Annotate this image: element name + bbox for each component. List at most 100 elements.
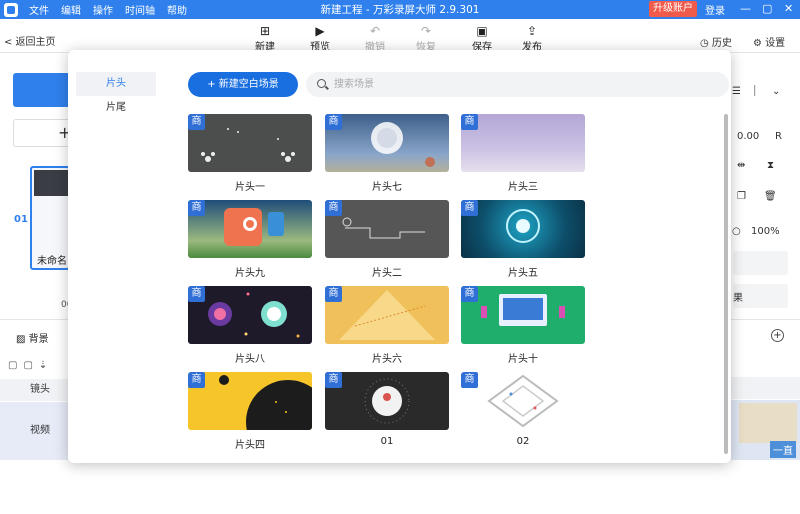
search-placeholder: 搜索场景 bbox=[334, 79, 374, 90]
lens-track[interactable]: 镜头 bbox=[0, 379, 68, 401]
opacity-value: 100% bbox=[751, 226, 780, 237]
history-button[interactable]: ◷ 历史 bbox=[700, 34, 732, 49]
settings-label: 设置 bbox=[765, 38, 786, 49]
undo-icon: ↶ bbox=[369, 24, 381, 38]
template-card[interactable]: 商 片头四 bbox=[188, 372, 312, 451]
redo-button[interactable]: ↷ 恢复 bbox=[406, 24, 446, 53]
maximize-icon[interactable]: ▢ bbox=[762, 2, 772, 16]
template-thumbnail: 商 bbox=[188, 286, 312, 344]
publish-button[interactable]: ⇪ 发布 bbox=[512, 24, 552, 53]
template-card[interactable]: 商 02 bbox=[461, 372, 585, 447]
preview-button[interactable]: ▶ 预览 bbox=[300, 24, 340, 53]
back-home-button[interactable]: < 返回主页 bbox=[4, 33, 56, 48]
close-icon[interactable]: ✕ bbox=[784, 2, 793, 16]
template-card[interactable]: 商 片头三 bbox=[461, 114, 585, 193]
menu-help[interactable]: 帮助 bbox=[164, 2, 196, 17]
minimize-icon[interactable]: — bbox=[740, 2, 751, 16]
timeline-tools[interactable]: ▢▢⇣ bbox=[8, 360, 53, 371]
upgrade-account-button[interactable]: 升级账户 bbox=[649, 1, 697, 17]
scene-number: 01 bbox=[14, 214, 28, 225]
menu-file[interactable]: 文件 bbox=[26, 2, 58, 17]
template-scrollbar[interactable] bbox=[724, 114, 728, 454]
background-label: 背景 bbox=[28, 334, 49, 345]
template-thumbnail: 商 bbox=[188, 200, 312, 258]
template-name: 01 bbox=[380, 436, 394, 447]
search-input[interactable]: 搜索场景 bbox=[306, 72, 729, 97]
template-thumbnail: 商 bbox=[461, 200, 585, 258]
flip-horizontal-icon[interactable]: ⇹ bbox=[737, 160, 745, 171]
effect-label: 果 bbox=[733, 293, 743, 304]
template-name: 片头五 bbox=[508, 268, 538, 279]
title-bar: 文件 编辑 操作 时间轴 帮助 新建工程 - 万彩录屏大师 2.9.301 升级… bbox=[0, 0, 800, 19]
menu-operate[interactable]: 操作 bbox=[90, 2, 122, 17]
template-thumbnail: 商 bbox=[461, 286, 585, 344]
category-intro[interactable]: 片头 bbox=[76, 72, 156, 96]
menu-edit[interactable]: 编辑 bbox=[58, 2, 90, 17]
align-icon[interactable]: ☰ bbox=[732, 86, 741, 97]
chevron-down-icon[interactable]: ⌄ bbox=[772, 86, 780, 97]
copy-icon[interactable]: ❐ bbox=[737, 191, 746, 202]
template-name: 片头四 bbox=[235, 440, 265, 451]
template-card[interactable]: 商 片头九 bbox=[188, 200, 312, 279]
template-card[interactable]: 商 片头十 bbox=[461, 286, 585, 365]
search-icon bbox=[317, 79, 326, 88]
premium-badge: 商 bbox=[325, 372, 342, 388]
premium-badge: 商 bbox=[461, 372, 478, 388]
timeline-clip[interactable]: 一直 bbox=[731, 400, 800, 460]
menu-timeline[interactable]: 时间轴 bbox=[122, 2, 164, 17]
video-label: 视频 bbox=[30, 425, 50, 436]
menu-bar: 文件 编辑 操作 时间轴 帮助 bbox=[26, 2, 196, 17]
template-card[interactable]: 商 片头五 bbox=[461, 200, 585, 279]
category-outro[interactable]: 片尾 bbox=[76, 96, 156, 120]
clip-tag: 一直 bbox=[770, 441, 796, 458]
video-track[interactable]: 视频 bbox=[0, 402, 68, 460]
premium-badge: 商 bbox=[188, 286, 205, 302]
template-name: 片头六 bbox=[372, 354, 402, 365]
premium-badge: 商 bbox=[325, 200, 342, 216]
zoom-in-icon[interactable]: + bbox=[771, 329, 784, 342]
gear-icon: ⚙ bbox=[753, 38, 762, 49]
save-button[interactable]: ▣ 保存 bbox=[462, 24, 502, 53]
delete-icon[interactable]: 🗑 bbox=[764, 191, 777, 202]
new-button[interactable]: ⊞ 新建 bbox=[245, 24, 285, 53]
scene-template-dialog: 片头 片尾 + 新建空白场景 搜索场景 商 片头一 商 片头七 商 片头三 商 … bbox=[68, 50, 731, 463]
play-icon: ▶ bbox=[315, 24, 325, 38]
undo-button[interactable]: ↶ 撤销 bbox=[355, 24, 395, 53]
login-button[interactable]: 登录 bbox=[705, 2, 725, 17]
template-name: 片头十 bbox=[508, 354, 538, 365]
template-card[interactable]: 商 片头六 bbox=[325, 286, 449, 365]
opacity-slider-icon[interactable]: ○ bbox=[732, 226, 741, 237]
template-card[interactable]: 商 片头七 bbox=[325, 114, 449, 193]
flip-vertical-icon[interactable]: ⧗ bbox=[767, 160, 774, 171]
template-name: 片头三 bbox=[508, 182, 538, 193]
scene-add-primary-button[interactable] bbox=[13, 73, 73, 107]
scene-name: 未命名 bbox=[37, 256, 67, 267]
template-thumbnail: 商 bbox=[325, 372, 449, 430]
premium-badge: 商 bbox=[188, 372, 205, 388]
template-name: 片头一 bbox=[235, 182, 265, 193]
effect-field[interactable]: 果 bbox=[733, 284, 788, 308]
template-card[interactable]: 商 片头二 bbox=[325, 200, 449, 279]
premium-badge: 商 bbox=[461, 200, 478, 216]
template-thumbnail: 商 bbox=[461, 114, 585, 172]
template-card[interactable]: 商 片头一 bbox=[188, 114, 312, 193]
publish-icon: ⇪ bbox=[526, 24, 538, 38]
category-list: 片头 片尾 bbox=[76, 72, 156, 120]
template-card[interactable]: 商 01 bbox=[325, 372, 449, 447]
template-card[interactable]: 商 片头八 bbox=[188, 286, 312, 365]
distribute-icon[interactable]: ⏐ bbox=[752, 86, 758, 97]
background-tab[interactable]: ▨ 背景 bbox=[16, 330, 49, 345]
add-scene-button[interactable]: + bbox=[13, 119, 73, 147]
template-name: 片头二 bbox=[372, 268, 402, 279]
app-logo-icon bbox=[4, 2, 18, 17]
property-field[interactable] bbox=[733, 251, 788, 275]
settings-button[interactable]: ⚙ 设置 bbox=[753, 34, 785, 49]
template-name: 片头七 bbox=[372, 182, 402, 193]
clip-thumbnail bbox=[739, 403, 797, 443]
premium-badge: 商 bbox=[188, 114, 205, 130]
template-thumbnail: 商 bbox=[325, 114, 449, 172]
new-blank-scene-button[interactable]: + 新建空白场景 bbox=[188, 72, 298, 97]
template-thumbnail: 商 bbox=[325, 200, 449, 258]
background-icon: ▨ bbox=[16, 334, 26, 345]
position-value[interactable]: 0.00 bbox=[737, 131, 759, 142]
